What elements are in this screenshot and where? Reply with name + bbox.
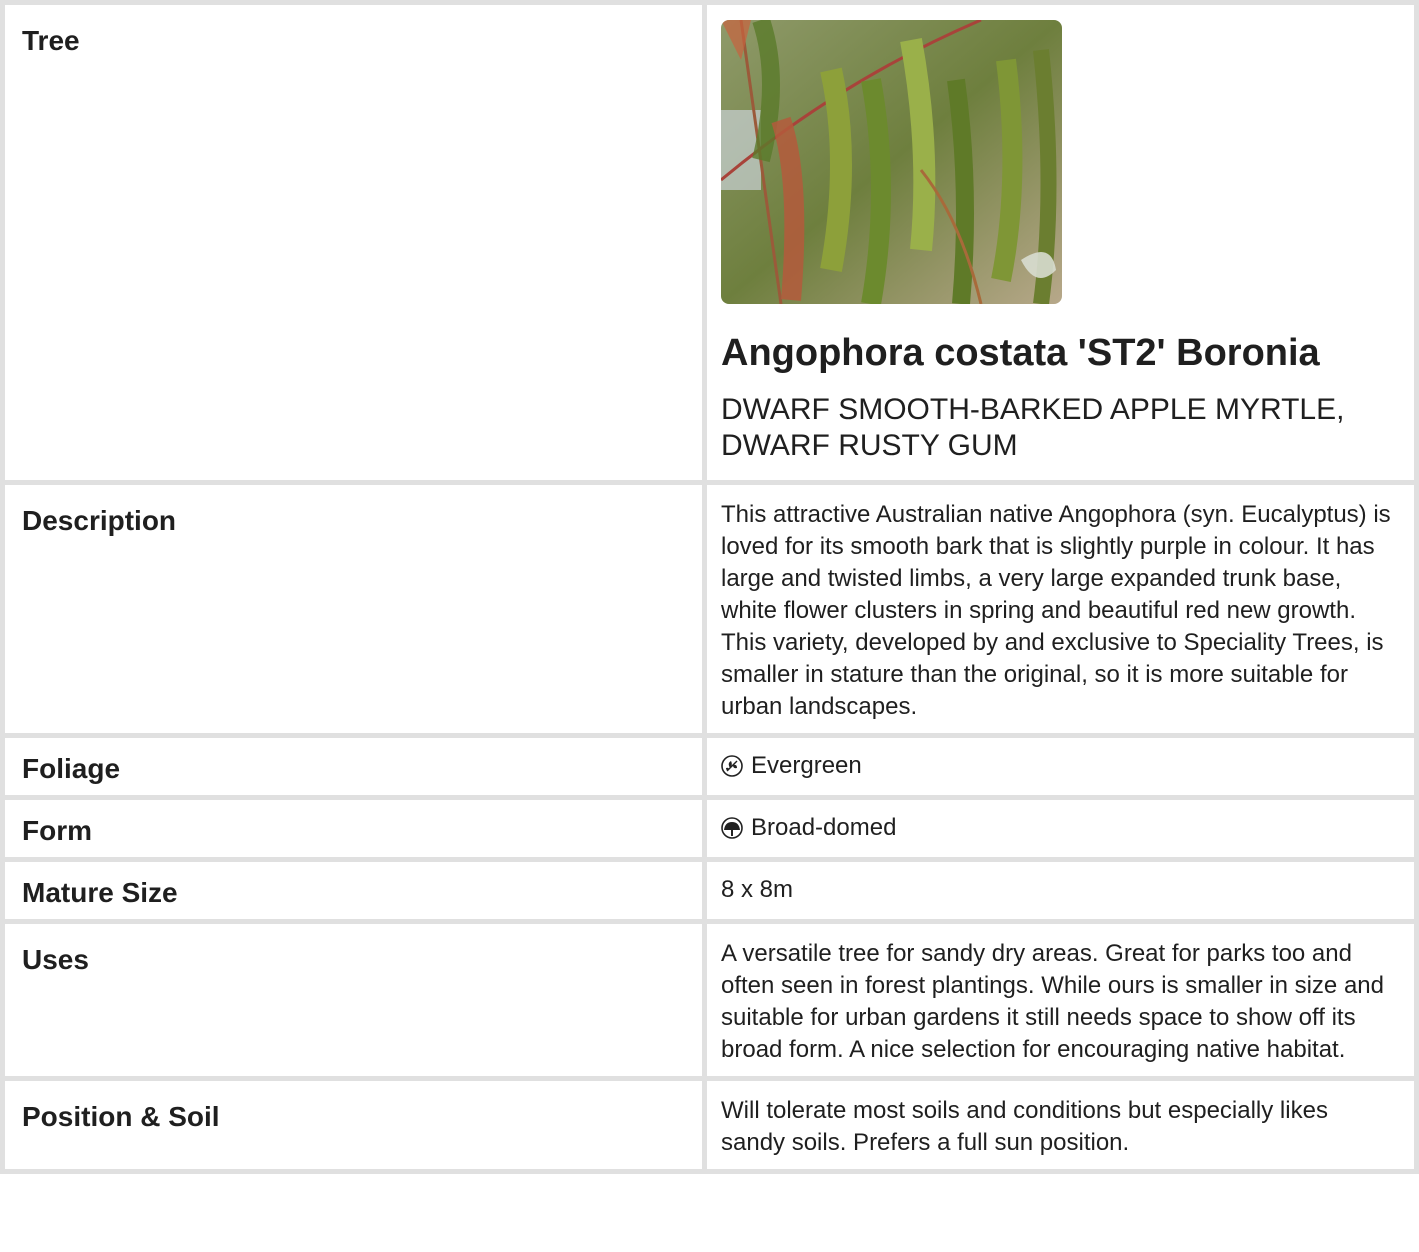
description-value-cell: This attractive Australian native Angoph… [707, 485, 1414, 733]
mature-size-row: Mature Size 8 x 8m [5, 862, 1414, 919]
uses-text: A versatile tree for sandy dry areas. Gr… [721, 940, 1384, 1063]
uses-row: Uses A versatile tree for sandy dry area… [5, 924, 1414, 1076]
position-soil-text: Will tolerate most soils and conditions … [721, 1097, 1328, 1156]
foliage-value-cell: Evergreen [707, 738, 1414, 795]
botanical-name: Angophora costata 'ST2' Boronia [721, 332, 1320, 374]
foliage-row: Foliage Evergreen [5, 738, 1414, 795]
common-name: DWARF SMOOTH-BARKED APPLE MYRTLE, DWARF … [721, 393, 1345, 462]
form-label: Form [22, 815, 92, 846]
mature-size-value: 8 x 8m [721, 876, 794, 903]
position-soil-value-cell: Will tolerate most soils and conditions … [707, 1081, 1414, 1169]
form-value-cell: Broad-domed [707, 800, 1414, 857]
form-value: Broad-domed [751, 814, 897, 841]
row-label-cell: Foliage [5, 738, 702, 795]
plant-photo [721, 20, 1062, 304]
row-label-cell: Mature Size [5, 862, 702, 919]
row-label-cell: Form [5, 800, 702, 857]
uses-label: Uses [22, 944, 89, 975]
foliage-label: Foliage [22, 753, 121, 784]
plant-spec-table: Tree Angophora costata 'ST2' Boronia DWA… [0, 0, 1419, 1174]
header-row: Tree Angophora costata 'ST2' Boronia DWA… [5, 5, 1414, 480]
position-soil-label: Position & Soil [22, 1101, 220, 1132]
foliage-value: Evergreen [751, 752, 862, 779]
row-label-cell: Description [5, 485, 702, 733]
evergreen-leaf-icon [721, 755, 743, 777]
tree-label: Tree [22, 25, 80, 56]
broad-domed-tree-icon [721, 817, 743, 839]
description-row: Description This attractive Australian n… [5, 485, 1414, 733]
mature-size-label: Mature Size [22, 877, 178, 908]
form-row: Form Broad-domed [5, 800, 1414, 857]
row-label-cell: Position & Soil [5, 1081, 702, 1169]
row-label-cell: Uses [5, 924, 702, 1076]
description-text: This attractive Australian native Angoph… [721, 501, 1391, 720]
description-label: Description [22, 505, 177, 536]
uses-value-cell: A versatile tree for sandy dry areas. Gr… [707, 924, 1414, 1076]
row-label-cell: Tree [5, 5, 702, 480]
header-value-cell: Angophora costata 'ST2' Boronia DWARF SM… [707, 5, 1414, 480]
position-soil-row: Position & Soil Will tolerate most soils… [5, 1081, 1414, 1169]
mature-size-value-cell: 8 x 8m [707, 862, 1414, 919]
